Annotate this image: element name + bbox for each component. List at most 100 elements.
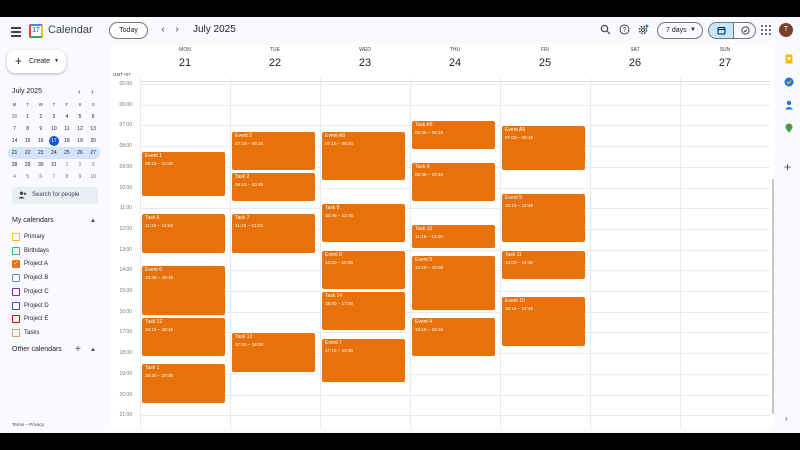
today-button[interactable]: Today xyxy=(109,22,148,39)
calendar-event[interactable]: Task 1 18:30 – 20:30 xyxy=(141,363,226,404)
mini-calendar-day[interactable]: 20 xyxy=(87,135,100,147)
mini-calendar-day[interactable]: 11 xyxy=(60,123,73,135)
calendar-event[interactable]: Event 8 13:00 – 15:00 xyxy=(321,249,406,290)
hide-side-panel-icon[interactable]: › xyxy=(785,414,788,423)
mini-calendar-day[interactable]: 5 xyxy=(73,111,86,123)
mini-calendar-day[interactable]: 31 xyxy=(47,159,60,171)
calendar-checkbox[interactable] xyxy=(12,246,20,255)
calendar-event[interactable]: Event 9 13:15 – 16:00 xyxy=(411,254,496,311)
mini-calendar-day[interactable]: 6 xyxy=(34,171,47,183)
calendar-event[interactable]: Task 8 10:45 – 12:45 xyxy=(321,203,406,244)
calendar-event[interactable]: Event 5 10:15 – 12:45 xyxy=(501,192,586,244)
mini-next-month-icon[interactable]: › xyxy=(91,87,94,96)
settings-gear-icon[interactable] xyxy=(637,24,649,36)
day-number[interactable]: 22 xyxy=(230,54,320,72)
mini-calendar-day[interactable]: 2 xyxy=(73,159,86,171)
mini-calendar-day[interactable]: 9 xyxy=(34,123,47,135)
mini-calendar-day[interactable]: 24 xyxy=(47,147,60,159)
mini-calendar-day[interactable]: 7 xyxy=(8,123,21,135)
mini-calendar-day[interactable]: 17 xyxy=(47,135,60,147)
mini-calendar-day[interactable]: 2 xyxy=(34,111,47,123)
day-number[interactable]: 24 xyxy=(410,54,500,72)
contacts-icon[interactable] xyxy=(784,100,794,110)
mini-calendar-day[interactable]: 16 xyxy=(34,135,47,147)
calendar-event[interactable]: Task 12 16:15 – 18:15 xyxy=(141,316,226,358)
mini-calendar-day[interactable]: 3 xyxy=(87,159,100,171)
mini-calendar-day[interactable]: 12 xyxy=(73,123,86,135)
mini-prev-month-icon[interactable]: ‹ xyxy=(78,87,81,96)
calendar-checkbox[interactable] xyxy=(12,274,20,283)
mini-calendar-day[interactable]: 9 xyxy=(73,171,86,183)
calendar-event[interactable]: Event A9 07:00 – 09:15 xyxy=(501,125,586,171)
mini-calendar-day[interactable]: 13 xyxy=(87,123,100,135)
mini-calendar-day[interactable]: 3 xyxy=(47,111,60,123)
mini-calendar-day[interactable]: 21 xyxy=(8,147,21,159)
main-menu-icon[interactable] xyxy=(9,24,23,38)
calendar-event[interactable]: Event 2 07:15 – 09:15 xyxy=(231,130,316,171)
day-header[interactable]: FRI 25 xyxy=(500,47,590,72)
create-button[interactable]: + Create ▼ xyxy=(7,50,66,73)
account-avatar[interactable]: T xyxy=(779,23,793,37)
mini-calendar-day[interactable]: 4 xyxy=(8,171,21,183)
terms-privacy-link[interactable]: Terms – Privacy xyxy=(12,422,44,427)
mini-calendar-day[interactable]: 10 xyxy=(87,171,100,183)
day-number[interactable]: 21 xyxy=(140,54,230,72)
calendar-checkbox[interactable] xyxy=(12,328,20,337)
view-select[interactable]: 7 days ▼ xyxy=(657,22,703,39)
chevron-up-icon[interactable]: ▲ xyxy=(90,347,96,353)
calendar-event[interactable]: Task 2 09:15 – 10:45 xyxy=(231,171,316,203)
day-number[interactable]: 23 xyxy=(320,54,410,72)
maps-icon[interactable] xyxy=(784,123,794,133)
calendar-event[interactable]: Event 10 15:15 – 17:45 xyxy=(501,296,586,347)
mini-calendar-day[interactable]: 1 xyxy=(60,159,73,171)
mini-calendar-day[interactable]: 6 xyxy=(87,111,100,123)
calendar-event[interactable]: Event 6 13:45 – 16:15 xyxy=(141,265,226,316)
mini-calendar-day[interactable]: 25 xyxy=(60,147,73,159)
tasks-icon[interactable] xyxy=(784,77,794,87)
get-addons-icon[interactable]: + xyxy=(784,160,791,174)
day-number[interactable]: 27 xyxy=(680,54,770,72)
calendar-checkbox[interactable]: ✓ xyxy=(12,260,20,269)
previous-week-icon[interactable]: ‹ xyxy=(158,23,168,37)
mini-calendar-day[interactable]: 8 xyxy=(60,171,73,183)
mini-calendar-day[interactable]: 18 xyxy=(60,135,73,147)
mini-calendar-day[interactable]: 22 xyxy=(21,147,34,159)
search-icon[interactable] xyxy=(599,24,611,36)
other-calendars-title[interactable]: Other calendars xyxy=(12,346,62,353)
calendar-event[interactable]: Event 1 08:15 – 10:30 xyxy=(141,151,226,197)
day-number[interactable]: 25 xyxy=(500,54,590,72)
keep-icon[interactable] xyxy=(784,54,794,64)
mini-calendar-day[interactable]: 15 xyxy=(21,135,34,147)
mini-calendar-day[interactable]: 26 xyxy=(73,147,86,159)
calendar-event[interactable]: Event 4 16:15 – 18:15 xyxy=(411,316,496,358)
mini-calendar-day[interactable]: 30 xyxy=(34,159,47,171)
chevron-up-icon[interactable]: ▲ xyxy=(90,218,96,224)
day-header[interactable]: THU 24 xyxy=(410,47,500,72)
day-header[interactable]: SAT 26 xyxy=(590,47,680,72)
calendar-event[interactable]: Task 4 08:45 – 10:45 xyxy=(411,161,496,203)
day-header[interactable]: MON 21 xyxy=(140,47,230,72)
calendar-event[interactable]: Task 13 17:00 – 19:00 xyxy=(231,332,316,373)
calendar-checkbox[interactable] xyxy=(12,233,20,241)
mini-calendar-day[interactable]: 8 xyxy=(21,123,34,135)
mini-calendar-day[interactable]: 27 xyxy=(87,147,100,159)
calendar-event[interactable]: Task 11 13:00 – 14:30 xyxy=(501,249,586,280)
calendar-view-icon[interactable] xyxy=(709,23,733,38)
help-icon[interactable]: ? xyxy=(618,24,630,36)
day-header[interactable]: TUE 22 xyxy=(230,47,320,72)
mini-calendar-day[interactable]: 30 xyxy=(8,111,21,123)
calendar-event[interactable]: Task A6 06:45 – 08:15 xyxy=(411,120,496,151)
calendar-checkbox[interactable] xyxy=(12,287,20,296)
calendar-event[interactable]: Task 6 11:15 – 13:15 xyxy=(141,213,226,254)
grid-scrollbar[interactable] xyxy=(772,179,774,414)
calendar-event[interactable]: Event 7 17:15 – 19:30 xyxy=(321,337,406,384)
mini-calendar-day[interactable]: 1 xyxy=(21,111,34,123)
mini-calendar-day[interactable]: 5 xyxy=(21,171,34,183)
mini-calendar-day[interactable]: 7 xyxy=(47,171,60,183)
calendar-event[interactable]: Event A8 07:15 – 09:45 xyxy=(321,130,406,182)
day-header[interactable]: SUN 27 xyxy=(680,47,770,72)
google-apps-icon[interactable] xyxy=(761,25,771,35)
day-number[interactable]: 26 xyxy=(590,54,680,72)
add-calendar-icon[interactable]: + xyxy=(75,344,81,355)
mini-calendar-day[interactable]: 29 xyxy=(21,159,34,171)
